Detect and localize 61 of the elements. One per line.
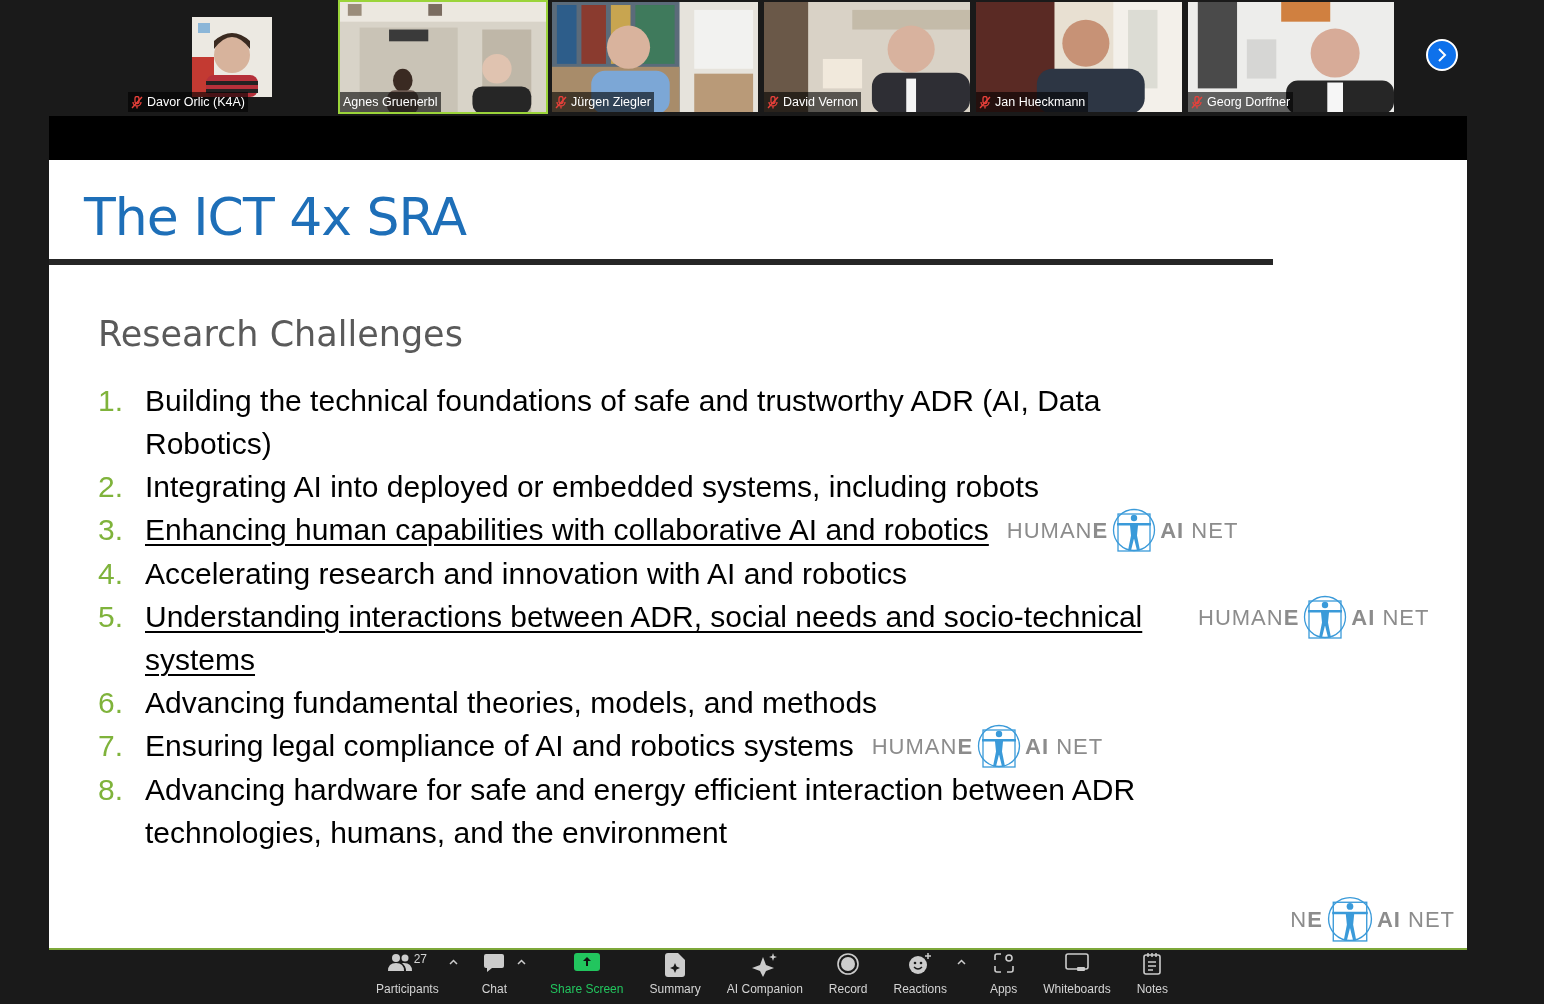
vitruvian-figure-icon <box>1326 896 1373 942</box>
toolbar-button[interactable]: Apps <box>987 953 1020 997</box>
slide-title: The ICT 4x SRA <box>82 186 468 249</box>
list-number: 5. <box>98 599 125 635</box>
list-number: 7. <box>98 728 125 764</box>
document-icon <box>665 953 686 977</box>
caret-up-icon <box>448 959 458 965</box>
toolbar-button[interactable]: Share Screen <box>548 953 626 997</box>
list-item-text: Advancing hardware for safe and energy efficient interaction between ADR technologies, humans, and the environment <box>145 772 1137 851</box>
list-item-text: Integrating AI into deployed or embedded systems, including robots <box>145 469 1039 505</box>
list-number: 1. <box>98 383 125 419</box>
toolbar-button[interactable]: Summary <box>647 953 703 997</box>
humane-ai-net-logo: HUMANE AI NET <box>871 724 1104 768</box>
vitruvian-figure-icon <box>1112 508 1157 552</box>
humane-ai-net-logo: HUMANE AI NET <box>1006 508 1239 552</box>
list-item-text: Enhancing human capabilities with collaborative AI and robotics <box>145 512 989 548</box>
slide-subtitle: Research Challenges <box>97 313 464 356</box>
share-screen-icon <box>573 953 600 971</box>
list-number: 3. <box>98 512 125 548</box>
participant-name: Agnes Gruenerbl <box>343 93 438 111</box>
list-item-text: Accelerating research and innovation with AI and robotics <box>145 556 908 592</box>
people-icon <box>387 953 412 971</box>
list-item-text: Building the technical foundations of safe and trustworthy ADR (AI, Data Robotics) <box>145 383 1102 462</box>
humane-ai-net-logo: HUMANE AI NET <box>1198 595 1430 639</box>
toolbar-button[interactable]: 27 Participants <box>374 953 441 997</box>
list-number: 8. <box>98 772 125 808</box>
participant-name: Georg Dorffner <box>1207 93 1291 111</box>
list-number: 4. <box>98 556 125 592</box>
participant-name: Davor Orlic (K4A) <box>147 93 245 111</box>
participant-count: 27 <box>413 951 428 967</box>
sparkle-icon <box>751 953 778 977</box>
toolbar-button[interactable]: Record <box>826 953 870 997</box>
smiley-icon <box>908 953 933 975</box>
toolbar-button[interactable]: AI Companion <box>724 953 805 997</box>
apps-icon <box>993 953 1014 973</box>
list-item-text: Advancing fundamental theories, models, and methods <box>145 685 878 721</box>
toolbar-button[interactable]: Notes <box>1134 953 1170 997</box>
caret-button[interactable] <box>956 959 966 965</box>
chat-bubble-icon <box>483 953 506 973</box>
whiteboard-icon <box>1064 953 1089 973</box>
chevron-right-icon <box>1437 48 1447 62</box>
participant-name: David Vernon <box>783 93 859 111</box>
participant-name: Jürgen Ziegler <box>571 93 651 111</box>
participant-name: Jan Hueckmann <box>995 93 1086 111</box>
list-item-text: Ensuring legal compliance of AI and robotics systems <box>145 728 854 764</box>
list-item-text: Understanding interactions between ADR, social needs and socio-technical systems <box>145 599 1144 678</box>
next-page-button[interactable] <box>1426 39 1458 71</box>
list-number: 6. <box>98 685 125 721</box>
caret-button[interactable] <box>517 959 527 965</box>
list-number: 2. <box>98 469 125 505</box>
vitruvian-figure-icon <box>1303 595 1348 639</box>
notes-icon <box>1143 953 1162 975</box>
caret-up-icon <box>517 959 527 965</box>
vitruvian-figure-icon <box>977 724 1022 768</box>
humane-ai-net-logo: NE AI NET <box>1290 896 1455 942</box>
record-icon <box>837 953 860 975</box>
toolbar-button[interactable]: Chat <box>479 953 510 997</box>
caret-button[interactable] <box>448 959 458 965</box>
toolbar-button[interactable]: Reactions <box>891 953 949 997</box>
caret-up-icon <box>956 959 966 965</box>
toolbar-button[interactable]: Whiteboards <box>1041 953 1113 997</box>
